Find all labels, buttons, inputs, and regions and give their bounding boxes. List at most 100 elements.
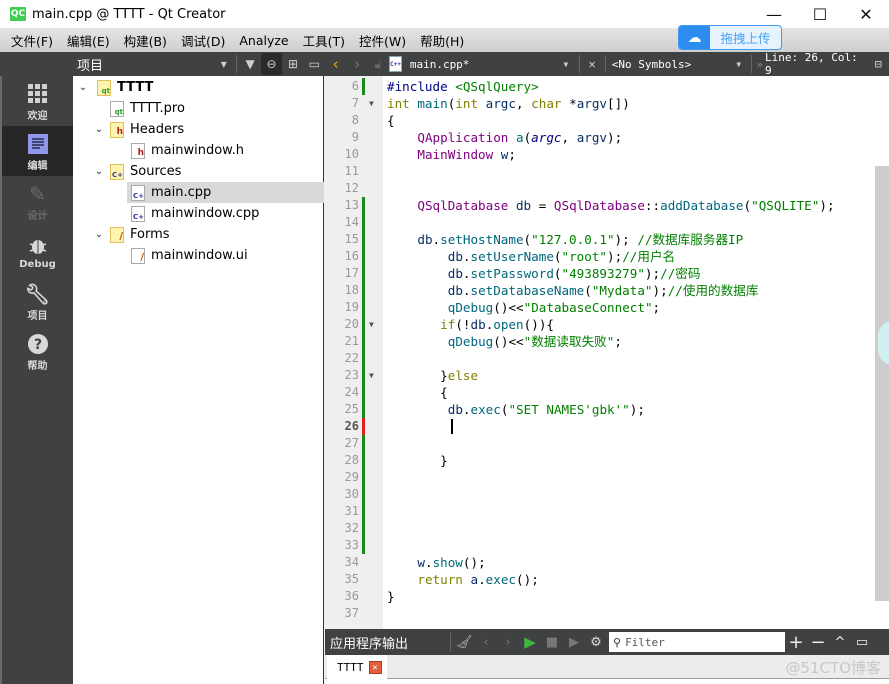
drag-upload-widget[interactable]: ☁ 拖拽上传	[678, 25, 782, 50]
code-line[interactable]: 11	[325, 163, 889, 180]
tree-item-mainwindow-cpp[interactable]: C+ mainwindow.cpp	[73, 203, 324, 224]
code-line[interactable]: 23 ▼ }else	[325, 367, 889, 384]
mode-welcome[interactable]: 欢迎	[2, 76, 73, 126]
code-line[interactable]: 9 QApplication a(argc, argv);	[325, 129, 889, 146]
menu-analyze[interactable]: Analyze	[232, 33, 295, 48]
tree-item-mainwindow-h[interactable]: h mainwindow.h	[73, 140, 324, 161]
symbols-selector[interactable]: <No Symbols>	[612, 58, 728, 71]
code-line[interactable]: 35 return a.exec();	[325, 571, 889, 588]
project-view-selector[interactable]: 项目	[77, 55, 213, 74]
fold-toggle-icon[interactable]: ▼	[369, 95, 374, 112]
menu-help[interactable]: 帮助(H)	[413, 31, 471, 50]
attach-debugger-icon[interactable]: ▶	[563, 635, 585, 650]
code-line[interactable]: 22	[325, 350, 889, 367]
fold-toggle-icon[interactable]: ▼	[369, 367, 374, 384]
mode-design[interactable]: ✎ 设计	[2, 176, 73, 226]
tree-item-main-cpp[interactable]: C+ main.cpp	[127, 182, 324, 203]
previous-icon[interactable]: ‹	[475, 635, 497, 650]
saved-change-marker	[362, 248, 365, 265]
link-icon[interactable]: ⊖	[260, 53, 283, 75]
next-icon[interactable]: ›	[497, 635, 519, 650]
code-line[interactable]: 30	[325, 486, 889, 503]
code-line[interactable]: 16 db.setUserName("root");//用户名	[325, 248, 889, 265]
code-line[interactable]: 25 db.exec("SET NAMES'gbk'");	[325, 401, 889, 418]
code-line[interactable]: 13 QSqlDatabase db = QSqlDatabase::addDa…	[325, 197, 889, 214]
menu-tools[interactable]: 工具(T)	[296, 31, 352, 50]
maximize-button[interactable]: ☐	[797, 0, 843, 28]
code-line[interactable]: 33	[325, 537, 889, 554]
tree-item-project[interactable]: ⌄ qt TTTT	[73, 77, 324, 98]
code-line[interactable]: 29	[325, 469, 889, 486]
chevron-down-icon[interactable]: ⌄	[77, 82, 89, 93]
menu-debug[interactable]: 调试(D)	[174, 31, 232, 50]
minimize-button[interactable]: —	[751, 0, 797, 28]
output-tab[interactable]: TTTT ✕	[327, 655, 387, 680]
code-line[interactable]: 20 ▼ if(!db.open()){	[325, 316, 889, 333]
settings-icon[interactable]: ⚙	[585, 635, 607, 650]
plus-icon[interactable]: +	[785, 632, 807, 653]
clean-icon[interactable]: 🧹︎	[453, 635, 475, 650]
mode-projects[interactable]: 🔧︎ 项目	[2, 276, 73, 326]
tree-item-mainwindow-ui[interactable]: / mainwindow.ui	[73, 245, 324, 266]
run-icon[interactable]: ▶	[519, 633, 541, 651]
code-line[interactable]: 6 #include <QSqlQuery>	[325, 78, 889, 95]
code-line[interactable]: 21 qDebug()<<"数据读取失败";	[325, 333, 889, 350]
filter-icon[interactable]: ▼	[239, 53, 260, 75]
close-button[interactable]: ✕	[843, 0, 889, 28]
saved-change-marker	[362, 299, 365, 316]
symbols-dropdown-icon[interactable]: ▾	[728, 53, 749, 75]
chevron-down-icon[interactable]: ⌄	[93, 229, 105, 240]
menu-edit[interactable]: 编辑(E)	[60, 31, 117, 50]
close-document-icon[interactable]: ✕	[582, 53, 603, 75]
code-line[interactable]: 27	[325, 435, 889, 452]
code-line[interactable]: 17 db.setPassword("493893279");//密码	[325, 265, 889, 282]
chevron-down-icon[interactable]: ⌄	[93, 124, 105, 135]
split-add-icon[interactable]: ⊞	[282, 53, 303, 75]
code-line[interactable]: 26	[325, 418, 889, 435]
stop-icon[interactable]: ■	[541, 635, 563, 650]
chevron-down-icon[interactable]: ⌄	[93, 166, 105, 177]
open-file-selector[interactable]: main.cpp*	[410, 58, 555, 71]
code-line[interactable]: 24 {	[325, 384, 889, 401]
fold-toggle-icon[interactable]: ▼	[369, 316, 374, 333]
code-line[interactable]: 7 ▼ int main(int argc, char *argv[])	[325, 95, 889, 112]
code-line[interactable]: 19 qDebug()<<"DatabaseConnect";	[325, 299, 889, 316]
file-dropdown-icon[interactable]: ▾	[555, 53, 576, 75]
tree-item-headers[interactable]: ⌄ h Headers	[73, 119, 324, 140]
menu-widgets[interactable]: 控件(W)	[352, 31, 413, 50]
split-icon[interactable]: ⊟	[868, 53, 889, 75]
code-line[interactable]: 34 w.show();	[325, 554, 889, 571]
minus-icon[interactable]: −	[807, 632, 829, 653]
maximize-pane-icon[interactable]: ^	[829, 635, 851, 650]
mode-help[interactable]: ? 帮助	[2, 326, 73, 376]
code-line[interactable]: 28 }	[325, 452, 889, 469]
code-line[interactable]: 18 db.setDatabaseName("Mydata");//使用的数据库	[325, 282, 889, 299]
chevron-down-icon[interactable]: ▾	[213, 53, 234, 75]
code-line[interactable]: 14	[325, 214, 889, 231]
code-line[interactable]: 10 MainWindow w;	[325, 146, 889, 163]
tree-item-forms[interactable]: ⌄ / Forms	[73, 224, 324, 245]
cursor-position[interactable]: Line: 26, Col: 9	[765, 51, 868, 77]
menu-file[interactable]: 文件(F)	[4, 31, 60, 50]
filter-input[interactable]: ⚲ Filter	[609, 632, 785, 652]
code-line[interactable]: 8{	[325, 112, 889, 129]
back-icon[interactable]: ‹	[325, 53, 346, 75]
menu-build[interactable]: 构建(B)	[117, 31, 174, 50]
code-line[interactable]: 31	[325, 503, 889, 520]
tree-item-pro-file[interactable]: qt TTTT.pro	[73, 98, 324, 119]
code-line[interactable]: 15 db.setHostName("127.0.0.1"); //数据库服务器…	[325, 231, 889, 248]
tree-item-sources[interactable]: ⌄ C+ Sources	[73, 161, 324, 182]
saved-change-marker	[362, 486, 365, 503]
code-line[interactable]: 36}	[325, 588, 889, 605]
close-pane-icon[interactable]: ▭	[304, 53, 325, 75]
mode-debug[interactable]: Debug	[2, 226, 73, 276]
forward-icon[interactable]: ›	[346, 53, 367, 75]
vertical-scrollbar[interactable]	[875, 166, 889, 601]
close-pane-icon[interactable]: ▭	[851, 635, 873, 650]
code-editor[interactable]: 6 #include <QSqlQuery> 7 ▼ int main(int argc…	[325, 76, 889, 629]
code-line[interactable]: 32	[325, 520, 889, 537]
code-line[interactable]: 37	[325, 605, 889, 622]
code-line[interactable]: 12	[325, 180, 889, 197]
mode-edit[interactable]: 编辑	[2, 126, 73, 176]
close-tab-icon[interactable]: ✕	[368, 661, 382, 674]
